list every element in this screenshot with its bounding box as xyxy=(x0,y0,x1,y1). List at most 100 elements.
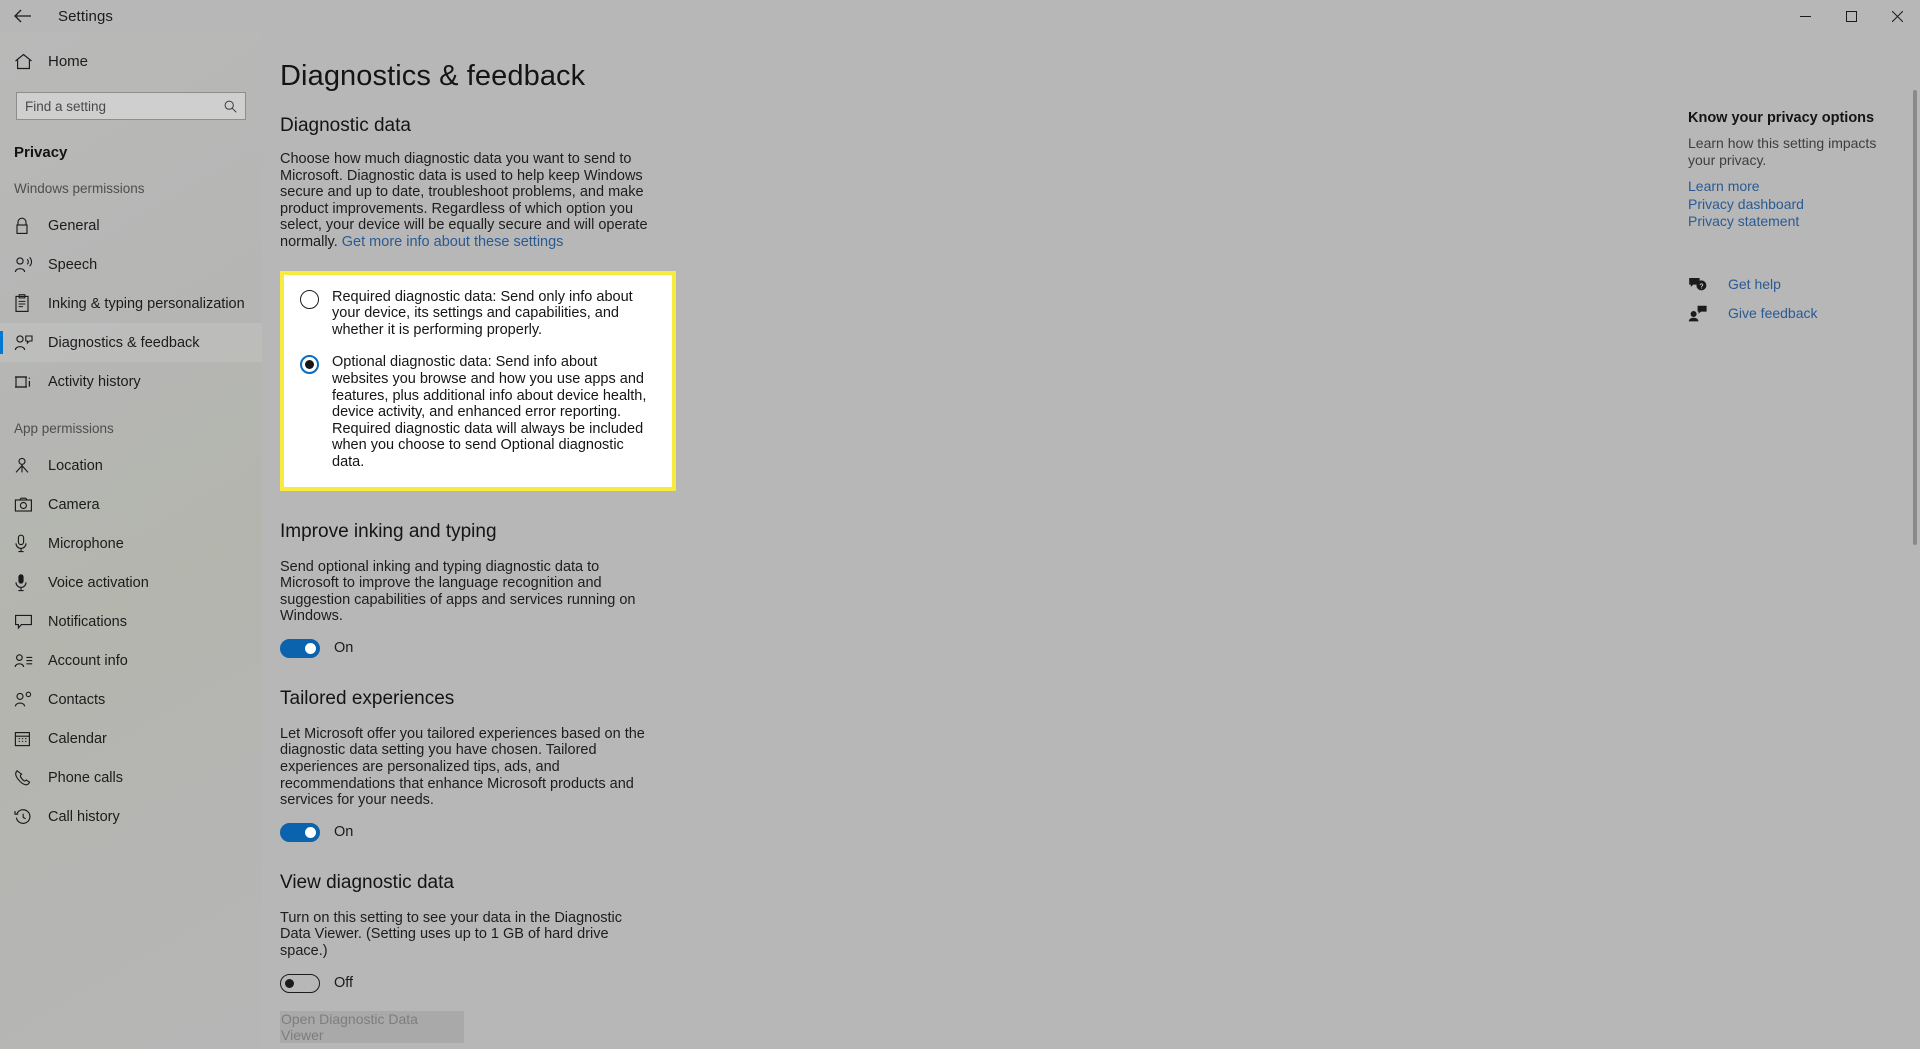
title-bar: Settings xyxy=(0,0,1920,32)
radio-required-diagnostic-data-label: Required diagnostic data: Send only info… xyxy=(332,288,633,338)
calendar-icon xyxy=(14,730,44,747)
back-arrow-icon xyxy=(14,9,31,23)
section-title-tailored-experiences: Tailored experiences xyxy=(280,687,455,709)
right-rail-help: ? Get help Give feedback xyxy=(1688,276,1898,322)
tailored-experiences-description: Let Microsoft offer you tailored experie… xyxy=(280,725,645,809)
privacy-statement-link[interactable]: Privacy statement xyxy=(1688,213,1898,230)
content-inner: Diagnostics & feedback Diagnostic data C… xyxy=(262,32,1362,1049)
view-diagnostic-data-toggle[interactable] xyxy=(280,973,320,993)
clipboard-pen-icon xyxy=(14,294,44,313)
sidebar-item-speech[interactable]: Speech xyxy=(0,245,262,284)
page-title: Diagnostics & feedback xyxy=(280,60,586,92)
voice-activation-icon xyxy=(14,573,44,592)
section-title-diagnostic-data: Diagnostic data xyxy=(280,115,411,136)
right-rail-description: Learn how this setting impacts your priv… xyxy=(1688,135,1877,168)
section-improve-inking-typing: Improve inking and typing Send optional … xyxy=(280,521,1362,658)
sidebar-item-location-label: Location xyxy=(48,457,103,474)
search-box[interactable] xyxy=(16,92,246,120)
sidebar-item-voice-activation[interactable]: Voice activation xyxy=(0,563,262,602)
open-diagnostic-data-viewer-button[interactable]: Open Diagnostic Data Viewer xyxy=(280,1010,464,1043)
window-controls xyxy=(1782,0,1920,32)
scrollbar-thumb[interactable] xyxy=(1913,90,1917,545)
section-title-view-diagnostic-data: View diagnostic data xyxy=(280,871,454,893)
content-area: Diagnostics & feedback Diagnostic data C… xyxy=(262,32,1920,1049)
get-help-label: Get help xyxy=(1728,276,1781,292)
improve-inking-typing-toggle-row: On xyxy=(280,638,1362,658)
sidebar-group-label-app-permissions: App permissions xyxy=(14,421,114,436)
privacy-dashboard-link[interactable]: Privacy dashboard xyxy=(1688,196,1898,213)
get-help-row[interactable]: ? Get help xyxy=(1688,276,1898,293)
sidebar-item-calendar[interactable]: Calendar xyxy=(0,719,262,758)
tailored-experiences-toggle[interactable] xyxy=(280,822,320,842)
improve-inking-typing-toggle[interactable] xyxy=(280,638,320,658)
sidebar-item-call-history-label: Call history xyxy=(48,808,120,825)
sidebar-item-calendar-label: Calendar xyxy=(48,730,107,747)
give-feedback-icon xyxy=(1688,305,1710,322)
give-feedback-row[interactable]: Give feedback xyxy=(1688,305,1898,322)
sidebar-item-general[interactable]: General xyxy=(0,206,262,245)
sidebar-item-home[interactable]: Home xyxy=(0,42,262,80)
call-history-icon xyxy=(14,808,44,826)
sidebar-item-general-label: General xyxy=(48,217,100,234)
sidebar: Home Privacy Windows permissions xyxy=(0,32,262,1049)
sidebar-item-call-history[interactable]: Call history xyxy=(0,797,262,836)
sidebar-item-speech-label: Speech xyxy=(48,256,98,273)
notification-bubble-icon xyxy=(14,613,44,630)
sidebar-category-title: Privacy xyxy=(14,144,68,161)
search-input[interactable] xyxy=(25,98,224,114)
radio-option-optional[interactable]: Optional diagnostic data: Send info abou… xyxy=(300,354,656,470)
sidebar-item-inking-typing-personalization[interactable]: Inking & typing personalization xyxy=(0,284,262,323)
section-tailored-experiences: Tailored experiences Let Microsoft offer… xyxy=(280,688,1362,842)
sidebar-item-contacts-label: Contacts xyxy=(48,691,106,708)
person-feedback-icon xyxy=(14,334,44,352)
sidebar-item-location[interactable]: Location xyxy=(0,446,262,485)
close-button[interactable] xyxy=(1874,0,1920,32)
minimize-icon xyxy=(1799,15,1811,17)
section-view-diagnostic-data: View diagnostic data Turn on this settin… xyxy=(280,872,1362,1043)
radio-optional-diagnostic-data[interactable] xyxy=(300,355,319,375)
minimize-button[interactable] xyxy=(1782,0,1828,32)
sidebar-item-phone-calls-label: Phone calls xyxy=(48,769,123,786)
location-pin-icon xyxy=(14,457,44,475)
improve-inking-typing-description: Send optional inking and typing diagnost… xyxy=(280,558,636,625)
sidebar-item-account-info[interactable]: Account info xyxy=(0,641,262,680)
sidebar-item-inking-typing-personalization-label: Inking & typing personalization xyxy=(48,295,245,312)
get-more-info-link[interactable]: Get more info about these settings xyxy=(342,234,564,250)
section-title-improve-inking-typing: Improve inking and typing xyxy=(280,520,497,542)
maximize-icon xyxy=(1845,10,1857,22)
sidebar-item-home-label: Home xyxy=(48,52,89,70)
diagnostic-data-options-highlight: Required diagnostic data: Send only info… xyxy=(280,270,676,491)
radio-optional-diagnostic-data-label: Optional diagnostic data: Send info abou… xyxy=(332,354,647,470)
sidebar-item-voice-activation-label: Voice activation xyxy=(48,574,149,591)
microphone-icon xyxy=(14,534,44,553)
sidebar-item-microphone-label: Microphone xyxy=(48,535,124,552)
window-title: Settings xyxy=(58,7,113,25)
sidebar-item-camera[interactable]: Camera xyxy=(0,485,262,524)
sidebar-item-contacts[interactable]: Contacts xyxy=(0,680,262,719)
radio-required-diagnostic-data[interactable] xyxy=(300,289,319,309)
sidebar-item-phone-calls[interactable]: Phone calls xyxy=(0,758,262,797)
view-diagnostic-data-description: Turn on this setting to see your data in… xyxy=(280,909,623,960)
search-container xyxy=(16,92,246,120)
settings-window: Settings Home Find a setting Privacy Win… xyxy=(0,0,1920,1049)
close-icon xyxy=(1891,10,1903,22)
content-scrollbar[interactable] xyxy=(1910,32,1920,1049)
search-icon[interactable] xyxy=(224,100,237,113)
view-diagnostic-data-toggle-state: Off xyxy=(334,975,354,992)
sidebar-item-notifications[interactable]: Notifications xyxy=(0,602,262,641)
sidebar-item-activity-history[interactable]: Activity history xyxy=(0,362,262,401)
learn-more-link[interactable]: Learn more xyxy=(1688,178,1898,195)
radio-option-required[interactable]: Required diagnostic data: Send only info… xyxy=(300,289,656,339)
activity-history-icon xyxy=(14,373,44,391)
contacts-icon xyxy=(14,691,44,708)
maximize-button[interactable] xyxy=(1828,0,1874,32)
back-button[interactable] xyxy=(0,0,46,32)
right-rail: Know your privacy options Learn how this… xyxy=(1688,110,1898,334)
help-bubble-icon: ? xyxy=(1688,276,1710,293)
sidebar-item-diagnostics-feedback[interactable]: Diagnostics & feedback xyxy=(0,323,262,362)
account-info-icon xyxy=(14,653,44,669)
sidebar-item-microphone[interactable]: Microphone xyxy=(0,524,262,563)
sidebar-item-activity-history-label: Activity history xyxy=(48,373,141,390)
lock-icon xyxy=(14,217,44,235)
right-rail-title: Know your privacy options xyxy=(1688,110,1875,126)
